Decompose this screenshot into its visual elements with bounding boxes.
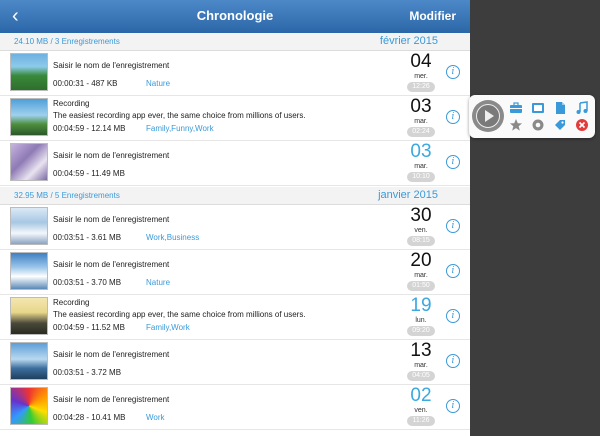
thumbnail-landscape-image xyxy=(10,98,48,136)
info-icon[interactable]: i xyxy=(446,155,460,169)
film-icon[interactable] xyxy=(531,101,545,115)
thumbnail-snowy-trees-image xyxy=(10,252,48,290)
recording-day: 20 xyxy=(410,250,432,271)
recording-day: 03 xyxy=(410,96,432,117)
recording-title: Recording xyxy=(53,99,90,108)
info-icon[interactable]: i xyxy=(446,110,460,124)
recording-time-badge: 12:26 xyxy=(407,82,435,92)
recording-tags[interactable]: Work,Business xyxy=(146,233,199,242)
recording-time-badge: 01:50 xyxy=(407,281,435,291)
thumbnail-winter-image xyxy=(10,207,48,245)
recording-time-badge: 11:26 xyxy=(407,416,435,426)
recording-day: 04 xyxy=(410,51,432,72)
recording-day: 30 xyxy=(410,205,432,226)
recording-day: 03 xyxy=(410,141,432,162)
section-month: février 2015 xyxy=(379,35,438,47)
recording-title: Saisir le nom de l'enregistrement xyxy=(53,61,170,70)
play-icon[interactable] xyxy=(472,100,504,132)
recording-description: The easiest recording app ever, the same… xyxy=(53,310,306,319)
recording-row[interactable]: Saisir le nom de l'enregistrement 00:04:… xyxy=(0,385,470,430)
thumbnail-nature-image xyxy=(10,53,48,91)
recording-day: 13 xyxy=(410,340,432,361)
section-header-february: 24.10 MB / 3 Enregistrements février 201… xyxy=(0,33,470,51)
recording-title: Saisir le nom de l'enregistrement xyxy=(53,350,170,359)
recording-meta: 00:04:28 - 10.41 MB xyxy=(53,413,126,422)
recording-row[interactable]: Saisir le nom de l'enregistrement 00:03:… xyxy=(0,205,470,250)
document-icon[interactable] xyxy=(553,101,567,115)
edit-button[interactable]: Modifier xyxy=(409,9,456,23)
recording-tags[interactable]: Family,Work xyxy=(146,323,190,332)
recording-tags[interactable]: Nature xyxy=(146,79,170,88)
recording-row[interactable]: Recording The easiest recording app ever… xyxy=(0,295,470,340)
recording-time-badge: 09:20 xyxy=(407,326,435,336)
recording-day: 19 xyxy=(410,295,432,316)
recording-actions-popup xyxy=(469,95,595,138)
settings-icon[interactable] xyxy=(531,118,545,132)
recording-title: Saisir le nom de l'enregistrement xyxy=(53,260,170,269)
recording-tags[interactable]: Family,Funny,Work xyxy=(146,124,214,133)
star-icon[interactable] xyxy=(509,118,523,132)
recording-row[interactable]: Saisir le nom de l'enregistrement 00:03:… xyxy=(0,340,470,385)
app-window: ‹ Chronologie Modifier 24.10 MB / 3 Enre… xyxy=(0,0,470,436)
section-summary: 24.10 MB / 3 Enregistrements xyxy=(14,37,120,46)
recording-description: The easiest recording app ever, the same… xyxy=(53,111,306,120)
recording-meta: 00:00:31 - 487 KB xyxy=(53,79,118,88)
recording-time-badge: 08:15 xyxy=(407,236,435,246)
recording-title: Recording xyxy=(53,298,90,307)
recording-meta: 00:03:51 - 3.61 MB xyxy=(53,233,122,242)
recording-weekday: ven. xyxy=(414,227,428,234)
recording-row[interactable]: Saisir le nom de l'enregistrement 00:04:… xyxy=(0,141,470,186)
info-icon[interactable]: i xyxy=(446,399,460,413)
recording-time-badge: 10:10 xyxy=(407,172,435,182)
section-month: janvier 2015 xyxy=(378,189,438,201)
recording-weekday: ven. xyxy=(414,407,428,414)
info-icon[interactable]: i xyxy=(446,65,460,79)
recording-meta: 00:03:51 - 3.72 MB xyxy=(53,368,122,377)
recording-weekday: mar. xyxy=(414,163,428,170)
thumbnail-snow-image xyxy=(10,143,48,181)
music-note-icon[interactable] xyxy=(575,101,589,115)
recording-row[interactable]: Saisir le nom de l'enregistrement 00:00:… xyxy=(0,51,470,96)
recording-meta: 00:03:51 - 3.70 MB xyxy=(53,278,122,287)
recording-weekday: mar. xyxy=(414,118,428,125)
recording-weekday: mar. xyxy=(414,362,428,369)
recording-tags[interactable]: Work xyxy=(146,413,165,422)
thumbnail-lake-image xyxy=(10,342,48,380)
section-header-january: 32.95 MB / 5 Enregistrements janvier 201… xyxy=(0,187,470,205)
recording-title: Saisir le nom de l'enregistrement xyxy=(53,151,170,160)
recording-meta: 00:04:59 - 12.14 MB xyxy=(53,124,126,133)
recording-title: Saisir le nom de l'enregistrement xyxy=(53,215,170,224)
delete-icon[interactable] xyxy=(575,118,589,132)
info-icon[interactable]: i xyxy=(446,354,460,368)
recording-tags[interactable]: Nature xyxy=(146,278,170,287)
recording-weekday: mer. xyxy=(414,73,428,80)
recording-meta: 00:04:59 - 11.52 MB xyxy=(53,323,125,332)
info-icon[interactable]: i xyxy=(446,219,460,233)
thumbnail-beach-image xyxy=(10,297,48,335)
page-title: Chronologie xyxy=(196,8,274,23)
section-summary: 32.95 MB / 5 Enregistrements xyxy=(14,191,120,200)
recording-weekday: mar. xyxy=(414,272,428,279)
recording-title: Saisir le nom de l'enregistrement xyxy=(53,395,170,404)
recording-time-badge: 02:24 xyxy=(407,127,435,137)
recording-meta: 00:04:59 - 11.49 MB xyxy=(53,169,125,178)
recording-day: 02 xyxy=(410,385,432,406)
navigation-bar: ‹ Chronologie Modifier xyxy=(0,0,470,33)
info-icon[interactable]: i xyxy=(446,264,460,278)
recording-row[interactable]: Saisir le nom de l'enregistrement 00:03:… xyxy=(0,250,470,295)
briefcase-icon[interactable] xyxy=(509,101,523,115)
thumbnail-colored-pencils-image xyxy=(10,387,48,425)
info-icon[interactable]: i xyxy=(446,309,460,323)
recording-time-badge: 04:05 xyxy=(407,371,435,381)
play-triangle xyxy=(485,110,494,122)
recording-row[interactable]: Recording The easiest recording app ever… xyxy=(0,96,470,141)
recording-weekday: lun. xyxy=(415,317,427,324)
tag-icon[interactable] xyxy=(553,118,567,132)
